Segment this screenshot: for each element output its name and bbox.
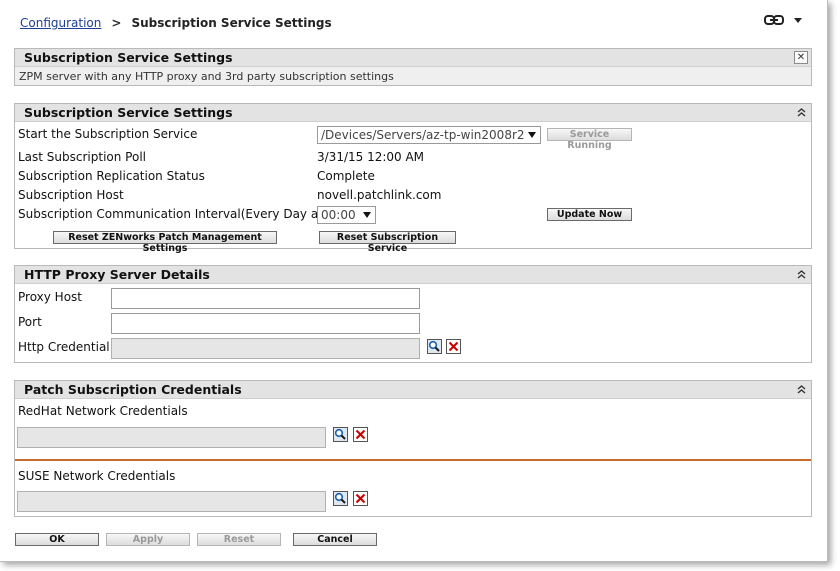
http-proxy-panel: HTTP Proxy Server Details Proxy Host Por… [14, 265, 812, 363]
link-icon[interactable] [764, 14, 784, 26]
collapse-up-icon[interactable] [795, 268, 808, 281]
clear-x-icon[interactable] [353, 427, 368, 442]
subscription-settings-panel: Subscription Service Settings Start the … [14, 103, 812, 254]
subscription-panel-header: Subscription Service Settings [15, 104, 811, 122]
update-now-button[interactable]: Update Now [547, 208, 632, 221]
collapse-up-icon[interactable] [795, 383, 808, 396]
patch-panel-header: Patch Subscription Credentials [15, 381, 811, 399]
description-text: ZPM server with any HTTP proxy and 3rd p… [19, 70, 394, 83]
reset-button[interactable]: Reset [197, 533, 281, 546]
clear-x-icon[interactable] [446, 339, 461, 354]
description-panel-title: Subscription Service Settings [24, 50, 233, 65]
interval-select-value: 00:00 [321, 208, 356, 222]
search-icon[interactable] [333, 427, 348, 442]
cancel-button[interactable]: Cancel [293, 533, 377, 546]
proxy-host-input[interactable] [111, 288, 420, 309]
app-window: Configuration > Subscription Service Setti… [0, 0, 828, 562]
clear-x-icon[interactable] [353, 491, 368, 506]
chevron-down-icon[interactable] [794, 17, 802, 23]
ok-button[interactable]: OK [15, 533, 99, 546]
section-divider [15, 459, 811, 461]
proxy-panel-header: HTTP Proxy Server Details [15, 266, 811, 284]
description-panel: Subscription Service Settings ✕ ZPM serv… [14, 48, 812, 86]
redhat-credentials-field [17, 427, 326, 448]
replication-label: Subscription Replication Status [18, 169, 205, 183]
subscription-panel-title: Subscription Service Settings [24, 105, 233, 120]
breadcrumb: Configuration > Subscription Service Setti… [20, 16, 332, 30]
start-service-label: Start the Subscription Service [18, 127, 198, 141]
poll-label: Last Subscription Poll [18, 150, 147, 164]
start-service-select-value: /Devices/Servers/az-tp-win2008r2 [321, 128, 525, 142]
replication-value: Complete [317, 169, 375, 183]
patch-credentials-panel: Patch Subscription Credentials RedHat Ne… [14, 380, 812, 517]
reset-zpm-settings-button[interactable]: Reset ZENworks Patch Management Settings [53, 231, 277, 254]
page-title: Subscription Service Settings [131, 16, 332, 30]
interval-label: Subscription Communication Interval(Ever… [18, 207, 328, 221]
redhat-credentials-label: RedHat Network Credentials [18, 404, 188, 418]
breadcrumb-separator: > [111, 16, 122, 30]
service-running-button[interactable]: Service Running [547, 128, 632, 151]
dropdown-arrow-icon [363, 212, 371, 218]
http-credential-field [111, 338, 420, 359]
collapse-up-icon[interactable] [795, 106, 808, 119]
port-input[interactable] [111, 313, 420, 334]
patch-panel-title: Patch Subscription Credentials [24, 382, 242, 397]
search-icon[interactable] [333, 491, 348, 506]
host-value: novell.patchlink.com [317, 188, 442, 202]
reset-subscription-service-button[interactable]: Reset Subscription Service [319, 231, 456, 254]
start-service-select[interactable]: /Devices/Servers/az-tp-win2008r2 [317, 126, 541, 144]
close-icon[interactable]: ✕ [794, 51, 808, 64]
top-toolbar [764, 14, 802, 26]
interval-select[interactable]: 00:00 [317, 206, 376, 224]
port-label: Port [18, 315, 42, 329]
breadcrumb-configuration-link[interactable]: Configuration [20, 16, 101, 30]
description-panel-header: Subscription Service Settings ✕ [15, 49, 811, 67]
suse-credentials-label: SUSE Network Credentials [18, 469, 176, 483]
dropdown-arrow-icon [528, 132, 536, 138]
proxy-host-label: Proxy Host [18, 290, 83, 304]
http-credential-label: Http Credential [18, 340, 110, 354]
poll-value: 3/31/15 12:00 AM [317, 150, 425, 164]
suse-credentials-field [17, 491, 326, 512]
host-label: Subscription Host [18, 188, 124, 202]
search-icon[interactable] [427, 339, 442, 354]
proxy-panel-title: HTTP Proxy Server Details [24, 267, 210, 282]
apply-button[interactable]: Apply [106, 533, 190, 546]
